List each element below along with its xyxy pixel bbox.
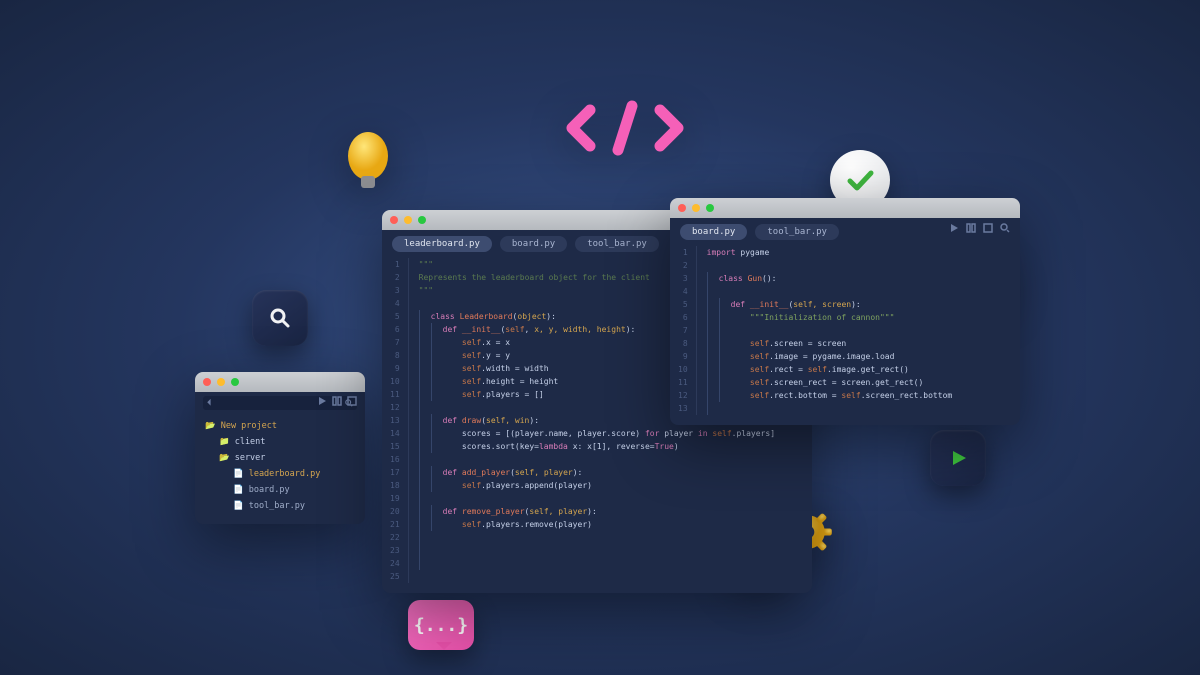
- play-icon[interactable]: [317, 396, 327, 406]
- play-badge-icon: [930, 430, 986, 486]
- code-bracket-icon: [560, 98, 690, 162]
- panels-icon[interactable]: [332, 396, 342, 406]
- lightbulb-icon: [342, 130, 394, 204]
- braces-tooltip-icon: {...}: [408, 600, 474, 650]
- square-icon[interactable]: [983, 223, 993, 233]
- file-board[interactable]: 📄 board.py: [205, 482, 355, 498]
- file-leaderboard[interactable]: 📄 leaderboard.py: [205, 466, 355, 482]
- right-editor-window: board.py tool_bar.py 12345678910111213 i…: [670, 198, 1020, 425]
- right-titlebar[interactable]: [670, 198, 1020, 218]
- panels-icon[interactable]: [966, 223, 976, 233]
- explorer-titlebar[interactable]: [195, 372, 365, 392]
- maximize-icon[interactable]: [706, 204, 714, 212]
- braces-text: {...}: [414, 615, 468, 636]
- play-icon[interactable]: [949, 223, 959, 233]
- close-icon[interactable]: [390, 216, 398, 224]
- line-gutter: 12345678910111213: [670, 246, 697, 415]
- tab-board[interactable]: board.py: [500, 236, 567, 252]
- file-tree: New project client server 📄 leaderboard.…: [195, 414, 365, 524]
- code-lines: import pygame class Gun(): def __init__(…: [697, 246, 953, 415]
- minimize-icon[interactable]: [217, 378, 225, 386]
- maximize-icon[interactable]: [418, 216, 426, 224]
- close-icon[interactable]: [203, 378, 211, 386]
- minimize-icon[interactable]: [404, 216, 412, 224]
- search-badge-icon: [252, 290, 308, 346]
- right-code-area[interactable]: 12345678910111213 import pygame class Gu…: [670, 246, 1020, 425]
- maximize-icon[interactable]: [231, 378, 239, 386]
- file-toolbar[interactable]: 📄 tool_bar.py: [205, 498, 355, 514]
- file-explorer-window: New project client server 📄 leaderboard.…: [195, 372, 365, 524]
- minimize-icon[interactable]: [692, 204, 700, 212]
- tab-board-r[interactable]: board.py: [680, 224, 747, 240]
- folder-server[interactable]: server: [205, 450, 355, 466]
- right-toolbar: [949, 223, 1010, 233]
- search-icon[interactable]: [1000, 223, 1010, 233]
- grid-icon[interactable]: [347, 396, 357, 406]
- tab-toolbar-r[interactable]: tool_bar.py: [755, 224, 839, 240]
- line-gutter: 1234567891011121314151617181920212223242…: [382, 258, 409, 583]
- close-icon[interactable]: [678, 204, 686, 212]
- project-folder[interactable]: New project: [205, 418, 355, 434]
- tab-toolbar[interactable]: tool_bar.py: [575, 236, 659, 252]
- tab-leaderboard[interactable]: leaderboard.py: [392, 236, 492, 252]
- folder-client[interactable]: client: [205, 434, 355, 450]
